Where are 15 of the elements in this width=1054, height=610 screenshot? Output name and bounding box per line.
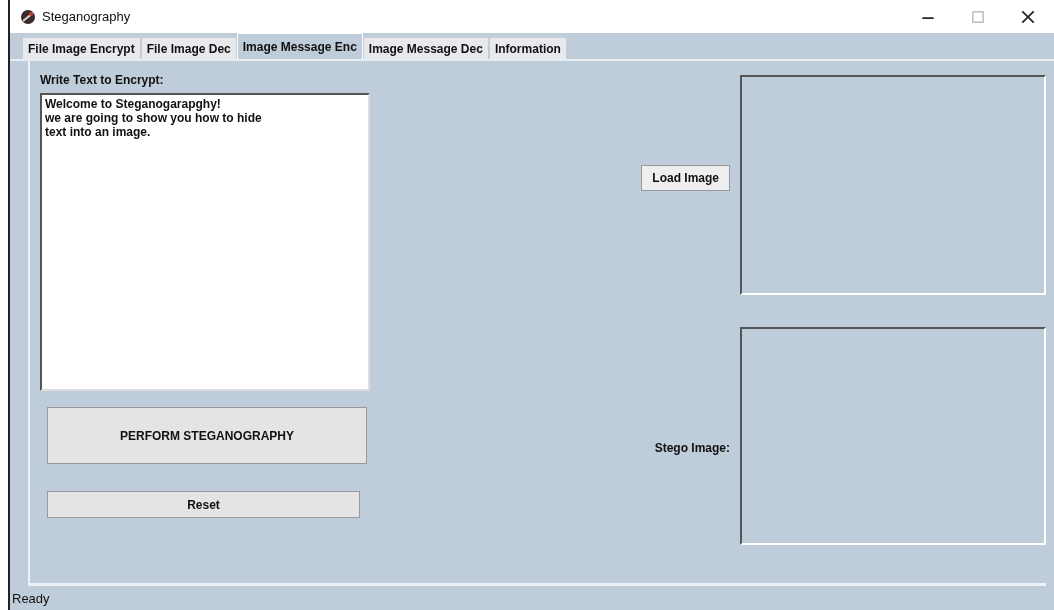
status-text: Ready — [12, 590, 50, 606]
load-image-button[interactable]: Load Image — [641, 165, 730, 192]
perform-button[interactable]: PERFORM STEGANOGRAPHY — [47, 407, 367, 465]
tab[interactable]: Image Message Dec — [362, 37, 489, 60]
stego-label: Stego Image: — [654, 441, 730, 456]
tab[interactable]: File Image Dec — [140, 37, 237, 60]
window-title: Steganography — [42, 9, 131, 25]
close-icon[interactable] — [1020, 8, 1036, 25]
app-icon — [20, 8, 36, 25]
message-field[interactable]: Welcome to Steganogarapghy! we are going to show you how to hide text into an image. — [40, 93, 370, 392]
tab[interactable]: File Image Encrypt — [22, 37, 141, 60]
tab[interactable]: Image Message Enc — [236, 33, 363, 60]
reset-button[interactable]: Reset — [47, 491, 360, 519]
tab[interactable]: Information — [488, 37, 567, 60]
field-label: Write Text to Encrypt: — [40, 73, 165, 88]
